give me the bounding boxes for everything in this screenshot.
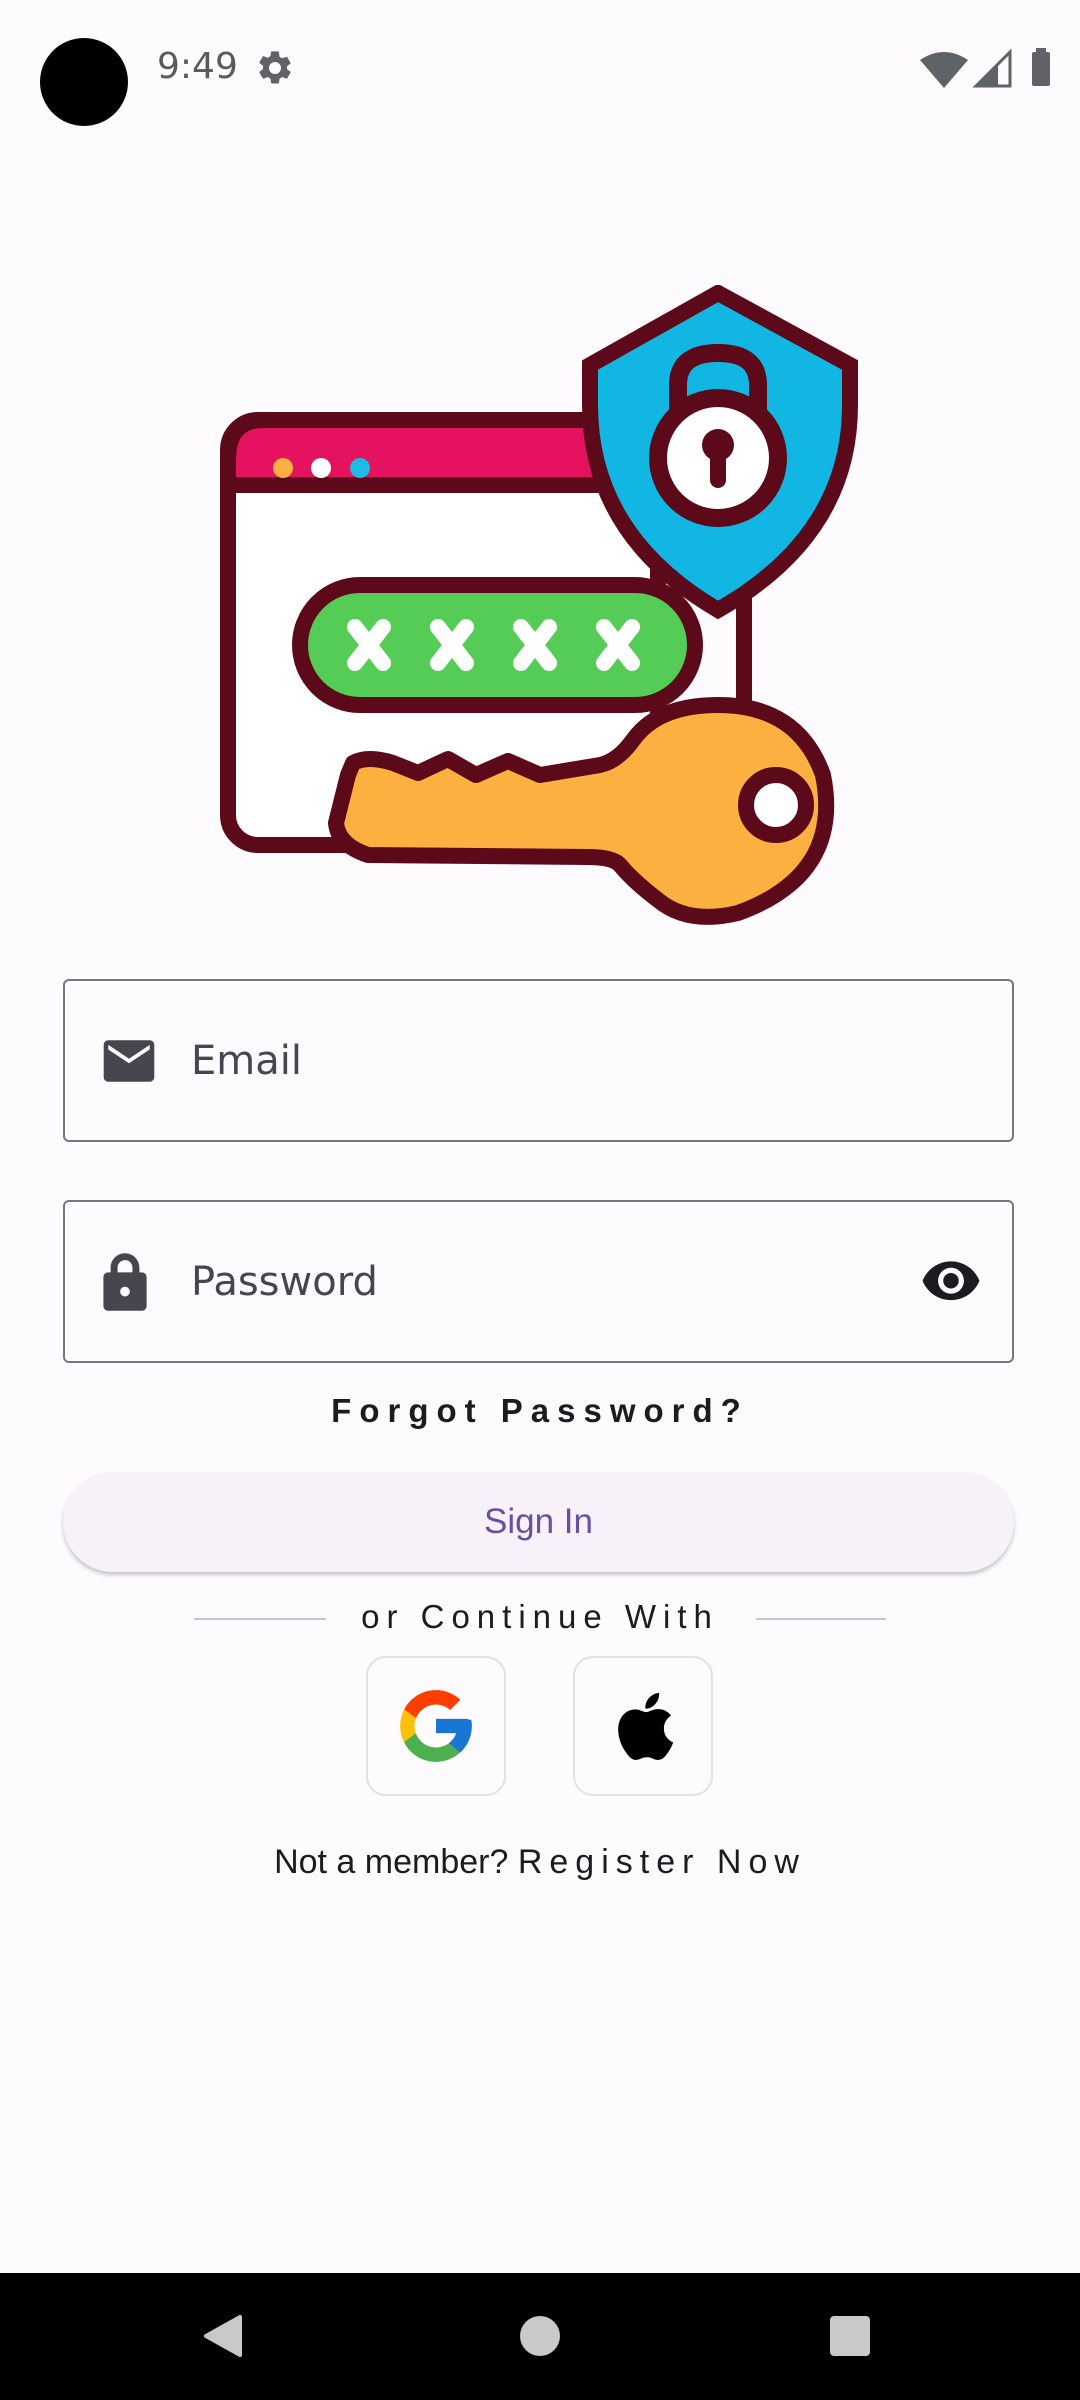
register-row: Not a member? Register Now bbox=[0, 1843, 1080, 1882]
register-now-link[interactable]: Register Now bbox=[518, 1843, 806, 1881]
recent-apps-icon[interactable] bbox=[830, 2316, 870, 2356]
security-illustration bbox=[220, 285, 858, 925]
settings-gear-icon bbox=[259, 51, 291, 84]
password-field[interactable]: Password bbox=[63, 1200, 1014, 1363]
sign-in-label: Sign In bbox=[484, 1502, 593, 1541]
wifi-icon bbox=[920, 52, 968, 88]
google-icon bbox=[400, 1690, 472, 1762]
continue-with-divider: or Continue With bbox=[0, 1598, 1080, 1638]
battery-icon bbox=[1032, 52, 1050, 86]
system-status-icons bbox=[920, 48, 1050, 88]
back-icon[interactable] bbox=[200, 2313, 246, 2359]
status-time: 9:49 bbox=[157, 46, 238, 87]
apple-signin-button[interactable] bbox=[573, 1656, 713, 1796]
lock-icon bbox=[103, 1252, 147, 1311]
sign-in-button[interactable]: Sign In bbox=[63, 1472, 1014, 1572]
continue-with-text: or Continue With bbox=[361, 1598, 719, 1635]
camera-cutout bbox=[40, 38, 128, 126]
mail-icon bbox=[103, 1039, 155, 1082]
system-navigation-bar bbox=[0, 2273, 1080, 2400]
email-placeholder: Email bbox=[191, 1037, 302, 1084]
divider-line-right bbox=[756, 1618, 886, 1620]
password-placeholder: Password bbox=[191, 1258, 378, 1305]
register-prefix: Not a member? bbox=[274, 1843, 518, 1881]
home-icon[interactable] bbox=[520, 2316, 560, 2356]
google-signin-button[interactable] bbox=[366, 1656, 506, 1796]
status-bar: 9:49 bbox=[0, 0, 1080, 135]
apple-icon bbox=[618, 1692, 674, 1760]
eye-icon[interactable] bbox=[920, 1260, 982, 1304]
forgot-password-link[interactable]: Forgot Password? bbox=[0, 1392, 1080, 1430]
email-field[interactable]: Email bbox=[63, 979, 1014, 1142]
